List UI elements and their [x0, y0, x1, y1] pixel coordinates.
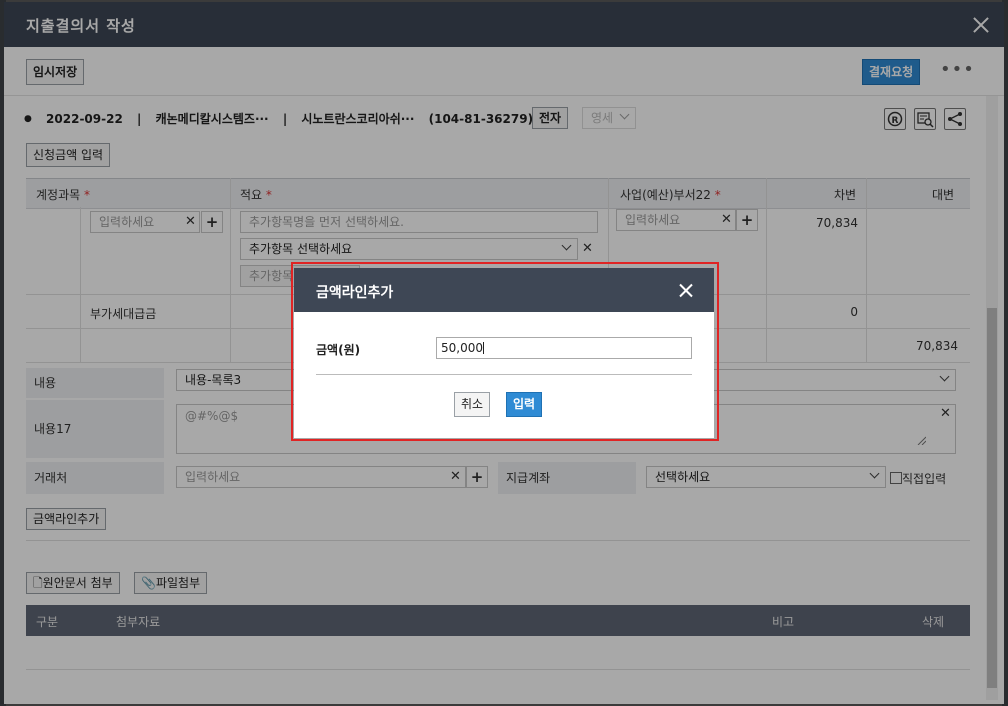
amount-input[interactable]: 50,000: [436, 337, 692, 359]
add-amount-line-modal: 금액라인추가 금액(원) 50,000 취소 입력: [294, 268, 714, 438]
modal-title: 금액라인추가: [316, 285, 394, 301]
modal-submit-button[interactable]: 입력: [506, 392, 543, 417]
modal-header: 금액라인추가: [294, 268, 714, 312]
modal-cancel-button[interactable]: 취소: [454, 392, 491, 417]
amount-label: 금액(원): [316, 343, 361, 357]
modal-divider: [316, 374, 692, 375]
modal-close-icon[interactable]: [679, 284, 693, 298]
